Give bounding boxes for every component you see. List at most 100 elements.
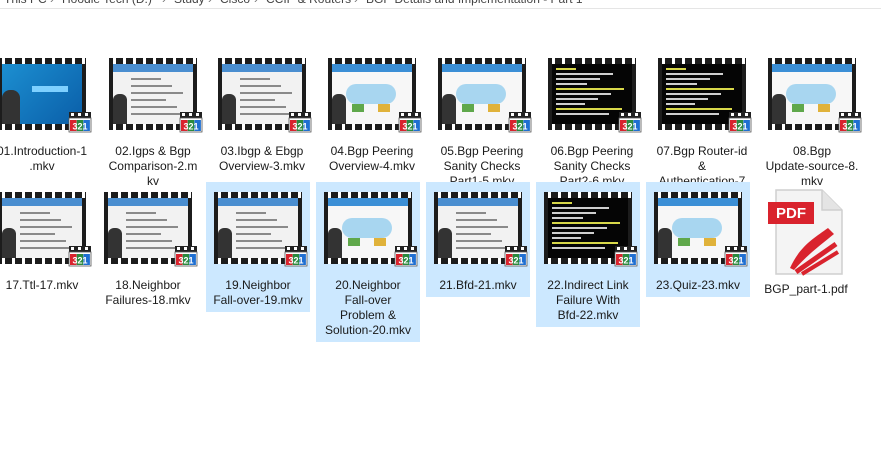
- file-name-line: 20.Neighbor: [335, 278, 401, 292]
- video-file-item[interactable]: 321 22.Indirect Link Failure With Bfd-22.mk…: [536, 182, 640, 327]
- badge-text: 321: [72, 122, 87, 132]
- video-file-item[interactable]: 321 23.Quiz-23.mkv: [646, 182, 750, 297]
- media-player-badge-icon: 321: [838, 112, 862, 133]
- video-file-item[interactable]: 321 03.Ibgp & Ebgp Overview-3.mkv: [210, 48, 314, 178]
- file-name-label: 01.Introduction-1 .mkv: [0, 144, 94, 174]
- video-file-item[interactable]: 321 02.Igps & Bgp Comparison-2.m kv: [101, 48, 205, 193]
- file-name-line: Failure With: [555, 293, 620, 307]
- pdf-file-icon: PDF: [768, 189, 843, 276]
- file-name-line: Overview-3.mkv: [218, 159, 305, 173]
- file-name-line: 01.Introduction-1: [0, 144, 88, 158]
- badge-text: 321: [622, 122, 637, 132]
- badge-text: 321: [618, 256, 633, 266]
- media-player-badge-icon: 321: [728, 112, 752, 133]
- breadcrumb-item[interactable]: This PC: [4, 0, 47, 6]
- file-name-label: 21.Bfd-21.mkv: [426, 278, 530, 293]
- video-thumbnail-icon: 321: [214, 192, 308, 267]
- file-name-line: .mkv: [29, 159, 55, 173]
- badge-text: 321: [732, 122, 747, 132]
- breadcrumb-item[interactable]: Hoodle Tech (D:): [62, 0, 152, 6]
- file-name-line: Comparison-2.m: [108, 159, 198, 173]
- media-player-badge-icon: 321: [618, 112, 642, 133]
- file-name-line: 06.Bgp Peering: [550, 144, 634, 158]
- video-thumbnail-icon: 321: [0, 58, 92, 133]
- file-name-label: 17.Ttl-17.mkv: [0, 278, 94, 293]
- breadcrumb-item[interactable]: CCIP & Routers: [266, 0, 351, 6]
- file-name-line: 02.Igps & Bgp: [115, 144, 191, 158]
- video-thumbnail-icon: 321: [104, 192, 198, 267]
- breadcrumb-separator: ›: [162, 0, 166, 6]
- video-file-item[interactable]: 321 01.Introduction-1 .mkv: [0, 48, 94, 178]
- file-name-label: 20.Neighbor Fall-over Problem & Solution-20…: [316, 278, 420, 338]
- file-name-label: 04.Bgp Peering Overview-4.mkv: [320, 144, 424, 174]
- file-name-line: 23.Quiz-23.mkv: [655, 278, 741, 292]
- video-thumbnail-icon: 321: [438, 58, 532, 133]
- svg-text:PDF: PDF: [776, 205, 806, 222]
- file-name-line: 21.Bfd-21.mkv: [439, 278, 517, 292]
- video-thumbnail-icon: 321: [109, 58, 203, 133]
- badge-text: 321: [292, 122, 307, 132]
- video-file-item[interactable]: 321 04.Bgp Peering Overview-4.mkv: [320, 48, 424, 178]
- breadcrumb-separator: ›: [50, 0, 54, 6]
- breadcrumb-item[interactable]: BGP Details and Implementation - Part 1: [366, 0, 583, 6]
- file-name-line: Bfd-22.mkv: [557, 308, 619, 322]
- file-name-label: 23.Quiz-23.mkv: [646, 278, 750, 293]
- badge-text: 321: [288, 256, 303, 266]
- video-thumbnail-icon: 321: [0, 192, 92, 267]
- file-name-line: Sanity Checks: [553, 159, 631, 173]
- video-file-item[interactable]: 321 19.Neighbor Fall-over-19.mkv: [206, 182, 310, 312]
- badge-text: 321: [398, 256, 413, 266]
- breadcrumb-separator: ›: [208, 0, 212, 6]
- badge-text: 321: [402, 122, 417, 132]
- breadcrumb-separator: ›: [254, 0, 258, 6]
- media-player-badge-icon: 321: [614, 246, 638, 267]
- video-thumbnail-icon: 321: [324, 192, 418, 267]
- file-name-label: 19.Neighbor Fall-over-19.mkv: [206, 278, 310, 308]
- file-name-line: 08.Bgp: [792, 144, 832, 158]
- file-name-label: 22.Indirect Link Failure With Bfd-22.mkv: [536, 278, 640, 323]
- file-name-line: Fall-over-19.mkv: [213, 293, 303, 307]
- file-name-line: 07.Bgp Router-id: [656, 144, 748, 158]
- breadcrumb-item[interactable]: Study: [174, 0, 205, 6]
- file-name-line: Problem &: [339, 308, 397, 322]
- video-thumbnail-icon: 321: [544, 192, 638, 267]
- file-name-label: 03.Ibgp & Ebgp Overview-3.mkv: [210, 144, 314, 174]
- file-name-line: 04.Bgp Peering: [330, 144, 414, 158]
- media-player-badge-icon: 321: [288, 112, 312, 133]
- video-file-item[interactable]: 321 18.Neighbor Failures-18.mkv: [96, 182, 200, 312]
- video-file-item[interactable]: 321 06.Bgp Peering Sanity Checks Part2-6.mk…: [540, 48, 644, 193]
- badge-text: 321: [728, 256, 743, 266]
- file-name-line: Fall-over: [344, 293, 392, 307]
- media-player-badge-icon: 321: [68, 112, 92, 133]
- file-name-line: 22.Indirect Link: [547, 278, 629, 292]
- file-name-line: 03.Ibgp & Ebgp: [220, 144, 304, 158]
- video-file-item[interactable]: 321 05.Bgp Peering Sanity Checks Part1-5.mk…: [430, 48, 534, 193]
- video-file-item[interactable]: 321 20.Neighbor Fall-over Problem & Solution…: [316, 182, 420, 342]
- badge-text: 321: [512, 122, 527, 132]
- video-thumbnail-icon: 321: [768, 58, 862, 133]
- file-name-line: Solution-20.mkv: [324, 323, 412, 337]
- file-name-line: 05.Bgp Peering: [440, 144, 524, 158]
- file-name-line: 18.Neighbor: [115, 278, 181, 292]
- media-player-badge-icon: 321: [68, 246, 92, 267]
- file-name-line: &: [697, 159, 706, 173]
- pdf-file-item[interactable]: PDF BGP_part-1.pdf: [754, 182, 858, 302]
- badge-text: 321: [842, 122, 857, 132]
- video-file-item[interactable]: 321 17.Ttl-17.mkv: [0, 182, 94, 297]
- video-thumbnail-icon: 321: [434, 192, 528, 267]
- video-file-item[interactable]: 321 21.Bfd-21.mkv: [426, 182, 530, 297]
- file-name-line: 19.Neighbor: [225, 278, 291, 292]
- media-player-badge-icon: 321: [398, 112, 422, 133]
- media-player-badge-icon: 321: [394, 246, 418, 267]
- media-player-badge-icon: 321: [174, 246, 198, 267]
- media-player-badge-icon: 321: [508, 112, 532, 133]
- breadcrumb-item[interactable]: Cisco: [220, 0, 250, 6]
- file-name-line: 17.Ttl-17.mkv: [5, 278, 79, 292]
- badge-text: 321: [183, 122, 198, 132]
- video-thumbnail-icon: 321: [328, 58, 422, 133]
- breadcrumb: This PC›Hoodle Tech (D:)›Study›Cisco›CCI…: [0, 0, 881, 9]
- video-file-item[interactable]: 321 08.Bgp Update-source-8. mkv: [760, 48, 864, 193]
- badge-text: 321: [178, 256, 193, 266]
- file-name-line: Sanity Checks: [443, 159, 521, 173]
- video-thumbnail-icon: 321: [548, 58, 642, 133]
